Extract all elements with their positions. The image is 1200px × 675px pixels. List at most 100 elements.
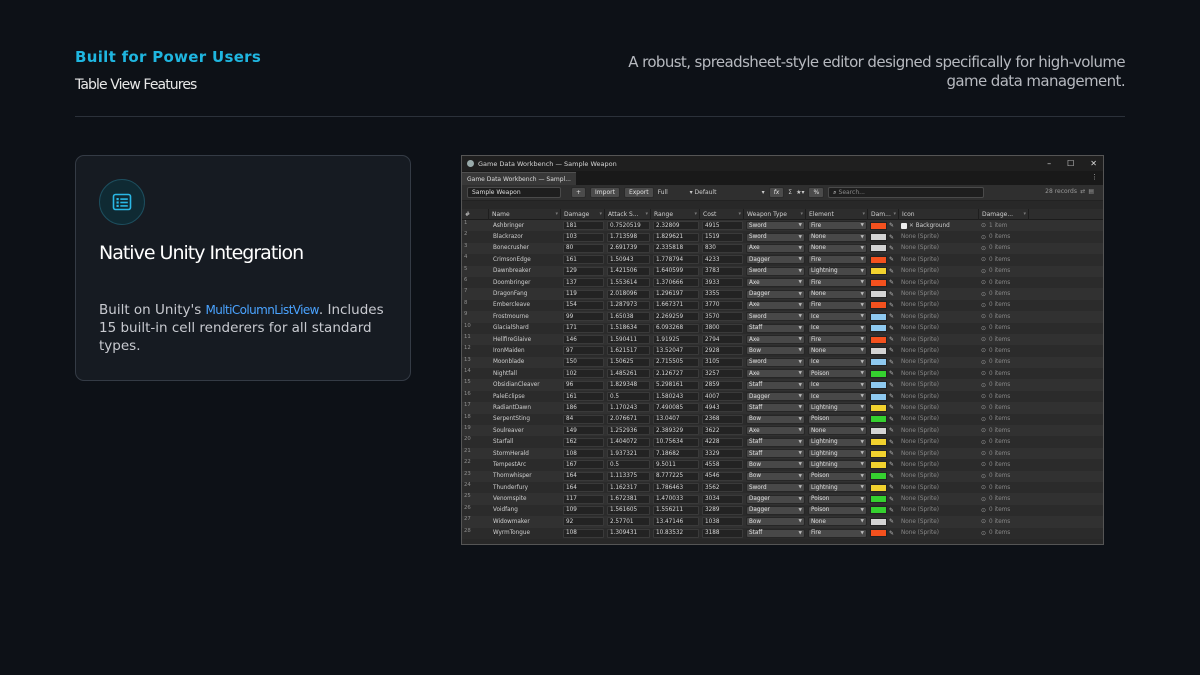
table-row[interactable]: 5 Dawnbreaker 129 1.421506 1.640599 3783 Sword… [462, 265, 1103, 277]
eyedropper-icon[interactable]: ✎ [889, 279, 894, 286]
damage-color-swatch[interactable] [870, 381, 887, 390]
name-cell[interactable]: IronMaiden [489, 345, 561, 356]
damage-color-swatch[interactable] [870, 221, 887, 230]
tab-workbench[interactable]: Game Data Workbench — Sampl... [462, 172, 576, 185]
range-field[interactable]: 1.640599 [653, 266, 699, 276]
damage-color-swatch[interactable] [870, 346, 887, 355]
eyedropper-icon[interactable]: ✎ [889, 404, 894, 411]
name-cell[interactable]: ObsidianCleaver [489, 379, 561, 390]
icon-value[interactable]: None (Sprite) [901, 451, 939, 457]
weapon-type-dropdown[interactable]: Bow ▼ [746, 517, 805, 527]
name-cell[interactable]: Voidfang [489, 505, 561, 516]
weapon-type-dropdown[interactable]: Staff ▼ [746, 380, 805, 390]
damage-color-swatch[interactable] [870, 460, 887, 469]
element-dropdown[interactable]: Lightning ▼ [808, 483, 867, 493]
cost-field[interactable]: 3622 [702, 426, 743, 436]
damage-field[interactable]: 149 [563, 426, 604, 436]
list-toggle-icon[interactable]: ⊙ [981, 245, 986, 252]
element-dropdown[interactable]: Fire ▼ [808, 255, 867, 265]
damage-color-swatch[interactable] [870, 335, 887, 344]
list-toggle-icon[interactable]: ⊙ [981, 336, 986, 343]
table-row[interactable]: 4 CrimsonEdge 161 1.50943 1.778794 4233 Dagger… [462, 254, 1103, 266]
element-dropdown[interactable]: Lightning ▼ [808, 403, 867, 413]
eyedropper-icon[interactable]: ✎ [889, 518, 894, 525]
range-field[interactable]: 2.335818 [653, 243, 699, 253]
name-cell[interactable]: Moonblade [489, 357, 561, 368]
list-toggle-icon[interactable]: ⊙ [981, 473, 986, 480]
weapon-type-dropdown[interactable]: Dagger ▼ [746, 255, 805, 265]
weapon-type-dropdown[interactable]: Staff ▼ [746, 528, 805, 538]
weapon-type-dropdown[interactable]: Bow ▼ [746, 346, 805, 356]
list-toggle-icon[interactable]: ⊙ [981, 325, 986, 332]
icon-value[interactable]: None (Sprite) [901, 359, 939, 365]
cost-field[interactable]: 3355 [702, 289, 743, 299]
kebab-menu-icon[interactable]: ⋮ [1091, 173, 1098, 181]
table-row[interactable]: 17 RadiantDawn 186 1.170243 7.490085 4943 Staf… [462, 402, 1103, 414]
range-field[interactable]: 1.370666 [653, 278, 699, 288]
column-header[interactable]: Weapon Type ▾ [744, 208, 806, 220]
damage-field[interactable]: 119 [563, 289, 604, 299]
range-field[interactable]: 1.296197 [653, 289, 699, 299]
cost-field[interactable]: 3770 [702, 300, 743, 310]
element-dropdown[interactable]: Lightning ▼ [808, 449, 867, 458]
name-cell[interactable]: Thunderfury [489, 482, 561, 493]
cost-field[interactable]: 1519 [702, 232, 743, 242]
weapon-type-dropdown[interactable]: Staff ▼ [746, 323, 805, 333]
attack-speed-field[interactable]: 1.485261 [607, 369, 650, 379]
asset-object-field[interactable]: Sample Weapon [467, 187, 561, 198]
damage-field[interactable]: 129 [563, 266, 604, 276]
damage-color-swatch[interactable] [870, 403, 887, 412]
name-cell[interactable]: Nightfall [489, 368, 561, 379]
weapon-type-dropdown[interactable]: Sword ▼ [746, 357, 805, 367]
eyedropper-icon[interactable]: ✎ [889, 496, 894, 503]
element-dropdown[interactable]: None ▼ [808, 346, 867, 356]
table-row[interactable]: 6 Doombringer 137 1.553614 1.370666 3933 Axe ▼ F… [462, 276, 1103, 289]
icon-value[interactable]: None (Sprite) [901, 382, 939, 388]
weapon-type-dropdown[interactable]: Dagger ▼ [746, 505, 805, 515]
table-row[interactable]: 20 Starfall 162 1.404072 10.75634 4228 Staff ▼ L… [462, 436, 1103, 448]
table-row[interactable]: 19 Soulreaver 149 1.252936 2.389329 3622 Axe ▼ N… [462, 425, 1103, 437]
table-row[interactable]: 15 ObsidianCleaver 96 1.829348 5.298161 2859 S… [462, 379, 1103, 391]
weapon-type-dropdown[interactable]: Staff ▼ [746, 449, 805, 458]
damage-color-swatch[interactable] [870, 278, 887, 287]
damage-field[interactable]: 150 [563, 357, 604, 367]
damage-color-swatch[interactable] [870, 415, 887, 424]
weapon-type-dropdown[interactable]: Bow ▼ [746, 414, 805, 424]
weapon-type-dropdown[interactable]: Axe ▼ [746, 335, 805, 345]
icon-value[interactable]: None (Sprite) [901, 394, 939, 400]
icon-value[interactable]: None (Sprite) [901, 280, 939, 286]
table-row[interactable]: 12 IronMaiden 97 1.621517 13.52047 2928 Bow ▼ No… [462, 345, 1103, 357]
damage-color-swatch[interactable] [870, 358, 887, 367]
damage-color-swatch[interactable] [870, 472, 887, 481]
damage-field[interactable]: 99 [563, 312, 604, 322]
range-field[interactable]: 1.91925 [653, 335, 699, 345]
attack-speed-field[interactable]: 1.518634 [607, 323, 650, 333]
table-row[interactable]: 26 Voidfang 109 1.561605 1.556211 3289 Dagger ▼… [462, 504, 1103, 517]
cost-field[interactable]: 4546 [702, 471, 743, 481]
attack-speed-field[interactable]: 1.404072 [607, 437, 650, 447]
damage-field[interactable]: 102 [563, 369, 604, 379]
element-dropdown[interactable]: Lightning ▼ [808, 437, 867, 447]
damage-color-swatch[interactable] [870, 301, 887, 310]
element-dropdown[interactable]: None ▼ [808, 232, 867, 242]
cost-field[interactable]: 3933 [702, 278, 743, 288]
table-row[interactable]: 13 Moonblade 150 1.50625 2.715505 3105 Sword ▼ I… [462, 356, 1103, 369]
name-cell[interactable]: Bonecrusher [489, 243, 561, 254]
damage-field[interactable]: 167 [563, 460, 604, 470]
name-cell[interactable]: Ashbringer [489, 220, 561, 231]
icon-value[interactable]: None (Sprite) [901, 268, 939, 274]
list-toggle-icon[interactable]: ⊙ [981, 291, 986, 298]
column-header[interactable]: Element ▾ [806, 208, 868, 220]
clear-icon[interactable]: ✕ [909, 223, 914, 229]
eyedropper-icon[interactable]: ✎ [889, 382, 894, 389]
search-input[interactable]: ⌕ Search... [828, 187, 985, 198]
icon-value[interactable]: None (Sprite) [901, 496, 939, 502]
name-cell[interactable]: Thornwhisper [489, 471, 561, 482]
eyedropper-icon[interactable]: ✎ [889, 370, 894, 377]
element-dropdown[interactable]: Poison ▼ [808, 414, 867, 424]
table-row[interactable]: 3 Bonecrusher 80 2.691739 2.335818 830 Axe ▼ Non… [462, 242, 1103, 255]
minimize-icon[interactable]: – [1047, 159, 1051, 168]
damage-field[interactable]: 97 [563, 346, 604, 356]
list-toggle-icon[interactable]: ⊙ [981, 393, 986, 400]
column-header[interactable]: Damage ▾ [561, 208, 605, 220]
